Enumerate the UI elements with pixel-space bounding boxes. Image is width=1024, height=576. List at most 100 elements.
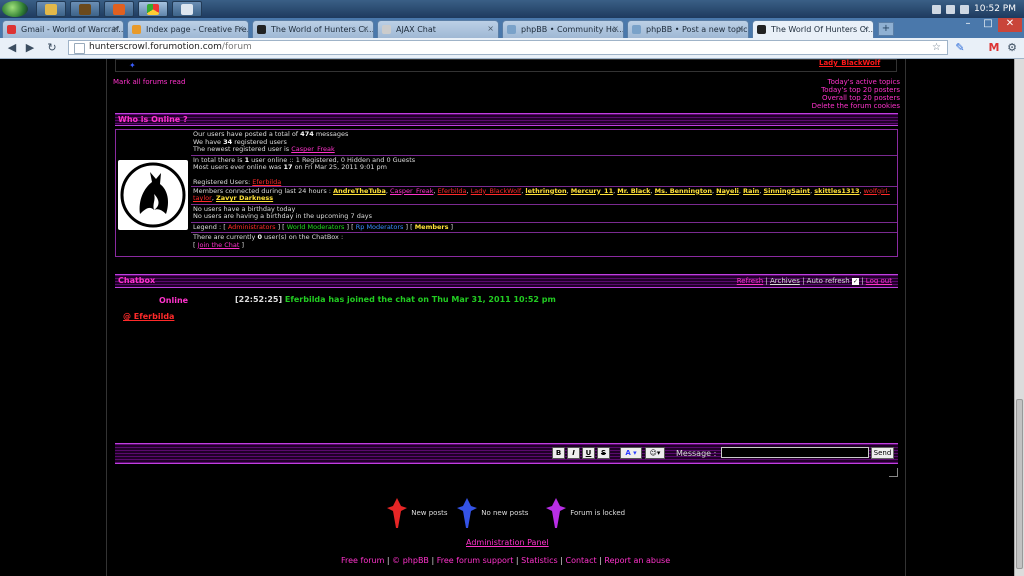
new-tab-button[interactable]: + (878, 22, 894, 36)
member-link[interactable]: Nayeli (716, 187, 739, 195)
browser-tab[interactable]: phpBB • Post a new topic × (627, 20, 749, 38)
tab-label: Index page - Creative Fre... (146, 25, 249, 34)
footer-link[interactable]: Free forum (341, 556, 384, 565)
reload-button[interactable]: ↻ (44, 40, 60, 56)
tab-close-icon[interactable]: × (237, 24, 244, 33)
browser-tab[interactable]: The World Of Hunters Cr... × (752, 20, 874, 39)
archives-link[interactable]: Archives (770, 277, 800, 285)
logout-link[interactable]: Log out (866, 277, 892, 285)
volume-icon[interactable] (960, 4, 969, 14)
wow-icon (79, 4, 91, 15)
footer-link[interactable]: Statistics (521, 556, 558, 565)
legend-admin: Administrators (227, 222, 276, 231)
browser-tab[interactable]: AJAX Chat × (377, 20, 499, 38)
admin-panel-link[interactable]: Administration Panel (466, 538, 549, 547)
stats-link[interactable]: Today's active topics (812, 78, 900, 86)
maximize-button[interactable]: □ (978, 18, 998, 32)
bold-button[interactable]: B (552, 447, 565, 459)
taskbar-app-chrome[interactable] (138, 1, 168, 17)
member-link[interactable]: AndreTheTuba (333, 187, 386, 195)
bookmark-star-icon[interactable]: ☆ (932, 41, 941, 54)
taskbar-app-wow[interactable] (70, 1, 100, 17)
footer-links: Free forum | © phpBB | Free forum suppor… (341, 556, 671, 565)
who-is-online-header: Who is Online ? (115, 113, 898, 126)
tab-close-icon[interactable]: × (612, 24, 619, 33)
smiley-button[interactable]: ☺▾ (645, 447, 665, 459)
tab-close-icon[interactable]: × (862, 24, 869, 33)
underline-button[interactable]: U (582, 447, 595, 459)
tab-close-icon[interactable]: × (362, 24, 369, 33)
legend-world-mod: World Moderators (286, 222, 345, 231)
tab-close-icon[interactable]: × (487, 24, 494, 33)
newest-user-link[interactable]: Casper_Freak (291, 145, 335, 153)
tab-label: The World Of Hunters Cr... (771, 25, 874, 34)
back-button[interactable]: ◀ (4, 40, 20, 56)
start-button[interactable] (2, 1, 28, 17)
registered-user-link[interactable]: Eferbilda (252, 178, 281, 186)
stats-link[interactable]: Delete the forum cookies (812, 102, 900, 110)
tab-close-icon[interactable]: × (112, 24, 119, 33)
close-window-button[interactable]: ✕ (998, 18, 1022, 32)
auto-refresh-checkbox[interactable]: ✓ (851, 278, 859, 285)
message-input[interactable] (721, 447, 869, 458)
font-color-button[interactable]: A ▾ (620, 447, 642, 459)
refresh-link[interactable]: Refresh (737, 277, 763, 285)
browser-tab[interactable]: phpBB • Community Ho... × (502, 20, 624, 38)
scrollbar-thumb[interactable] (1016, 399, 1023, 569)
footer-link[interactable]: Free forum support (437, 556, 514, 565)
member-link[interactable]: SinningSaint (763, 187, 810, 195)
member-link[interactable]: Rain (743, 187, 759, 195)
mark-all-read-link[interactable]: Mark all forums read (113, 78, 185, 86)
message-label: Message : (676, 449, 717, 458)
member-link[interactable]: Lady_BlackWolf (471, 187, 522, 195)
who-is-online-title: Who is Online ? (118, 115, 188, 124)
network-icon[interactable] (946, 4, 955, 14)
member-link[interactable]: Mr. Black (617, 187, 650, 195)
italic-button[interactable]: I (567, 447, 580, 459)
footer-link[interactable]: Report an abuse (604, 556, 670, 565)
tab-label: phpBB • Post a new topic (646, 25, 748, 34)
folder-icon (45, 4, 57, 15)
last-post-user[interactable]: Lady_BlackWolf (819, 59, 880, 67)
stats-link[interactable]: Today's top 20 posters (812, 86, 900, 94)
browser-tab[interactable]: Gmail - World of Warcraf... × (2, 20, 124, 38)
gmail-extension-icon[interactable]: M (986, 40, 1002, 56)
legend-new-posts: New posts (385, 496, 448, 530)
strike-button[interactable]: S (597, 447, 610, 459)
vertical-scrollbar[interactable] (1014, 59, 1024, 576)
address-bar[interactable]: hunterscrowl.forumotion.com/forum ☆ (68, 40, 948, 55)
resize-handle[interactable] (889, 468, 898, 477)
tab-close-icon[interactable]: × (737, 24, 744, 33)
browser-toolbar: ◀ ▶ ↻ hunterscrowl.forumotion.com/forum … (0, 38, 1024, 59)
extension-icon[interactable]: ✎ (952, 40, 968, 56)
member-link[interactable]: Eferbilda (438, 187, 467, 195)
browser-tab[interactable]: Index page - Creative Fre... × (127, 20, 249, 38)
legend-rp-mod: Rp Moderators (355, 222, 404, 231)
member-link[interactable]: Casper_Freak (390, 187, 434, 195)
favicon-icon (132, 25, 141, 34)
taskbar-app-explorer[interactable] (36, 1, 66, 17)
taskbar-app-media[interactable] (104, 1, 134, 17)
minimize-button[interactable]: – (958, 18, 978, 32)
send-button[interactable]: Send (871, 447, 894, 459)
online-counts: In total there is 1 user online :: 1 Reg… (191, 156, 897, 187)
tray-arrow-icon[interactable] (932, 4, 941, 14)
member-link[interactable]: lethrington (525, 187, 566, 195)
footer-link[interactable]: Contact (565, 556, 596, 565)
online-user-link[interactable]: @ Eferbilda (123, 312, 174, 321)
clock[interactable]: 10:52 PM (974, 4, 1016, 14)
url-host: hunterscrowl.forumotion.com (89, 42, 222, 52)
join-chat-link[interactable]: Join the Chat (198, 241, 240, 249)
browser-tab[interactable]: The World of Hunters Cr... × (252, 20, 374, 38)
member-link[interactable]: Mercury_11 (571, 187, 613, 195)
taskbar-app-docs[interactable] (172, 1, 202, 17)
stats-link[interactable]: Overall top 20 posters (812, 94, 900, 102)
tab-label: The World of Hunters Cr... (271, 25, 374, 34)
footer-link[interactable]: © phpBB (392, 556, 429, 565)
wrench-menu-icon[interactable]: ⚙ (1004, 40, 1020, 56)
member-link[interactable]: Ms. Bennington (655, 187, 712, 195)
forward-button[interactable]: ▶ (22, 40, 38, 56)
member-link[interactable]: Zavyr Darkness (216, 194, 273, 202)
member-link[interactable]: skittles1313 (814, 187, 859, 195)
favicon-icon (507, 25, 516, 34)
